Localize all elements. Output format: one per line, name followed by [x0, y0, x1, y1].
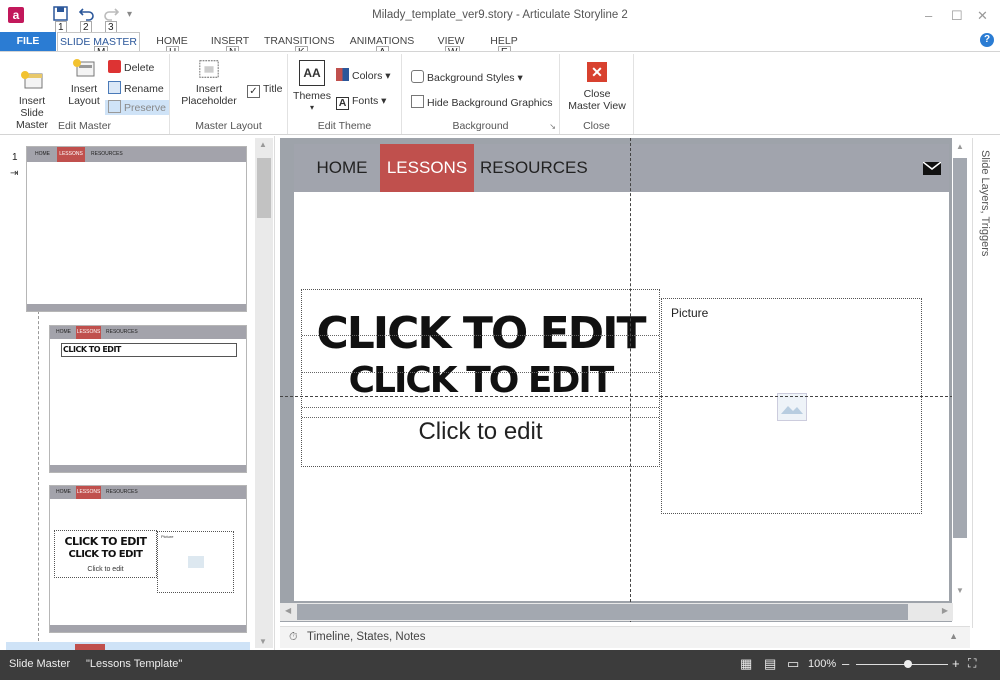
insert-placeholder-icon: [199, 60, 219, 78]
scroll-up-icon[interactable]: ▲: [259, 140, 267, 149]
paint-bucket-icon: [411, 70, 424, 83]
preview-icon[interactable]: ▭: [787, 656, 799, 672]
restore-button[interactable]: ☐: [951, 8, 963, 24]
themes-icon: AA: [299, 60, 325, 86]
zoom-slider[interactable]: [856, 664, 948, 665]
zoom-out-icon[interactable]: –: [842, 656, 849, 671]
pin-icon: ⇥: [10, 168, 19, 179]
group-label-background: Background: [452, 120, 509, 132]
window-title: Milady_template_ver9.story - Articulate …: [372, 9, 628, 21]
checkbox-unchecked-icon: [411, 95, 424, 108]
vertical-guide[interactable]: [630, 138, 631, 622]
timeline-bar[interactable]: ⏱ Timeline, States, Notes ▲: [280, 626, 970, 648]
group-master-layout: Insert Placeholder ✓ Title Master Layout: [170, 54, 288, 134]
delete-button[interactable]: Delete: [108, 60, 154, 75]
fonts-button[interactable]: A Fonts ▾: [336, 94, 386, 110]
delete-icon: [108, 60, 121, 73]
insert-slide-master-icon: [21, 71, 43, 89]
expand-timeline-icon[interactable]: ▲: [949, 631, 958, 641]
timeline-label[interactable]: Timeline, States, Notes: [307, 631, 425, 643]
title-line-2: CLICK TO EDIT: [348, 360, 615, 401]
group-close: ✕ Close Master View Close: [560, 54, 634, 134]
status-layout-name: "Lessons Template": [86, 658, 183, 670]
scroll-left-icon[interactable]: ◀: [285, 606, 291, 615]
slide-layout[interactable]: HOME LESSONS RESOURCES CLICK TO EDIT CLI…: [294, 144, 949, 601]
fit-to-window-icon[interactable]: ⛶: [968, 656, 976, 671]
slide-layers-triggers-label[interactable]: Slide Layers, Triggers: [979, 150, 991, 256]
close-red-icon: ✕: [587, 62, 607, 82]
scroll-thumb[interactable]: [953, 158, 967, 538]
mail-icon[interactable]: [922, 161, 942, 175]
insert-layout-button[interactable]: Insert Layout: [64, 58, 104, 107]
hide-background-graphics-checkbox[interactable]: Hide Background Graphics: [411, 95, 552, 110]
colors-icon: [336, 68, 349, 81]
close-master-view-button[interactable]: ✕ Close Master View: [562, 62, 632, 112]
thumbnail-scrollbar[interactable]: ▲ ▼: [255, 138, 273, 648]
zoom-in-icon[interactable]: +: [952, 656, 960, 671]
master-number: 1: [12, 152, 18, 163]
group-edit-master: Insert Slide Master Insert Layout Delete…: [0, 54, 170, 134]
scroll-up-icon[interactable]: ▲: [956, 142, 964, 151]
normal-view-icon[interactable]: ▦: [740, 656, 752, 672]
title-line-1: CLICK TO EDIT: [316, 308, 646, 359]
ribbon: Insert Slide Master Insert Layout Delete…: [0, 51, 1000, 135]
status-mode: Slide Master: [9, 658, 71, 670]
thumbnail-slide-master[interactable]: HOME LESSONS RESOURCES: [26, 146, 247, 312]
image-placeholder-icon: [188, 556, 204, 568]
picture-placeholder[interactable]: Picture: [661, 298, 922, 514]
rename-icon: [108, 81, 121, 94]
colors-button[interactable]: Colors ▾: [336, 68, 391, 83]
minimize-button[interactable]: –: [925, 8, 932, 23]
slide-master-thumbnail-pane: 1 ⇥ HOME LESSONS RESOURCES HOME LESSONS …: [0, 136, 275, 650]
thumbnail-layout-lessons[interactable]: HOME LESSONS RESOURCES CLICK TO EDIT CLI…: [49, 485, 247, 633]
close-window-button[interactable]: ✕: [977, 8, 988, 24]
group-label-close: Close: [583, 120, 610, 132]
thumbnail-layout-1[interactable]: HOME LESSONS RESOURCES CLICK TO EDIT: [49, 325, 247, 473]
background-styles-button[interactable]: Background Styles ▾: [411, 70, 523, 85]
nav-lessons[interactable]: LESSONS: [380, 144, 474, 192]
title-bar: a ▾ 1 2 3 Milady_template_ver9.story - A…: [0, 0, 1000, 34]
title-checkbox[interactable]: ✓ Title: [247, 82, 282, 98]
image-placeholder-icon: [777, 393, 807, 421]
tab-file[interactable]: FILE: [0, 32, 56, 51]
scroll-thumb[interactable]: [297, 604, 908, 620]
fonts-icon: A: [336, 97, 349, 110]
group-label-edit-master: Edit Master: [57, 120, 112, 132]
zoom-percentage[interactable]: 100%: [808, 658, 836, 670]
layout-tree-line: [38, 306, 39, 646]
picture-label: Picture: [671, 306, 709, 320]
pin-icon: [108, 100, 121, 113]
group-label-master-layout: Master Layout: [195, 120, 262, 132]
nav-resources[interactable]: RESOURCES: [480, 144, 588, 192]
title-placeholder[interactable]: CLICK TO EDIT CLICK TO EDIT Click to edi…: [301, 289, 660, 467]
insert-placeholder-button[interactable]: Insert Placeholder: [174, 58, 244, 107]
checkbox-checked-icon: ✓: [247, 85, 260, 98]
horizontal-guide[interactable]: [280, 396, 968, 397]
group-label-edit-theme: Edit Theme: [317, 120, 372, 132]
canvas-vertical-scrollbar[interactable]: ▲ ▼: [952, 138, 968, 622]
scroll-right-icon[interactable]: ▶: [942, 606, 948, 615]
preserve-button[interactable]: Preserve: [105, 100, 169, 115]
scroll-down-icon[interactable]: ▼: [259, 637, 267, 646]
timeline-icon: ⏱: [289, 631, 298, 643]
dialog-launcher-icon[interactable]: ↘: [549, 122, 556, 131]
scroll-thumb[interactable]: [257, 158, 271, 218]
slide-nav-bar: HOME LESSONS RESOURCES: [294, 144, 949, 192]
group-edit-theme: AA Themes ▾ Colors ▾ A Fonts ▾ Edit Theme: [288, 54, 402, 134]
help-icon[interactable]: ?: [980, 33, 994, 47]
themes-button[interactable]: AA Themes ▾: [292, 60, 332, 114]
slide-canvas: HOME LESSONS RESOURCES CLICK TO EDIT CLI…: [280, 138, 968, 622]
slide-layers-triggers-pane[interactable]: Slide Layers, Triggers: [972, 138, 1000, 628]
nav-home[interactable]: HOME: [304, 144, 380, 192]
body-placeholder-text: Click to edit: [418, 418, 543, 445]
insert-layout-icon: [73, 59, 95, 77]
canvas-horizontal-scrollbar[interactable]: ◀ ▶: [280, 603, 953, 621]
thumbnail-next-selected[interactable]: [6, 642, 250, 650]
rename-button[interactable]: Rename: [108, 81, 164, 96]
slide-view-icon[interactable]: ▤: [764, 656, 776, 672]
scroll-down-icon[interactable]: ▼: [956, 586, 964, 595]
group-background: Background Styles ▾ Hide Background Grap…: [402, 54, 560, 134]
status-bar: Slide Master "Lessons Template" ▦ ▤ ▭ 10…: [0, 650, 1000, 680]
zoom-slider-thumb[interactable]: [904, 660, 913, 668]
